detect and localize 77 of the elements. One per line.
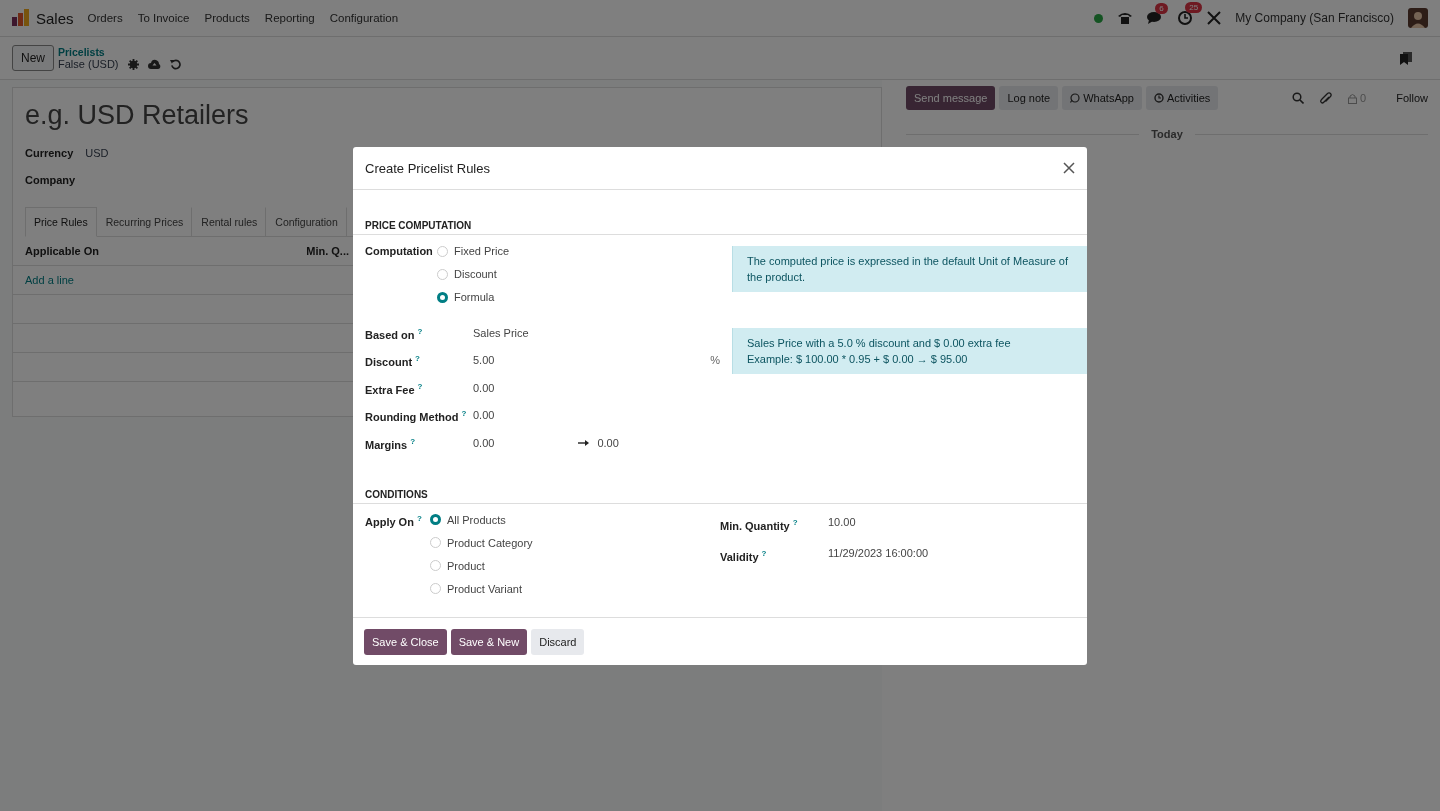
field-value[interactable]: 10.00: [828, 515, 856, 528]
menu-item[interactable]: Orders: [87, 12, 123, 24]
field-label: Computation: [365, 244, 434, 259]
app-logo-icon[interactable]: [12, 9, 30, 27]
field-label: Currency: [25, 146, 74, 159]
record-name: False (USD): [58, 58, 119, 70]
new-button[interactable]: New: [12, 45, 54, 71]
field-value[interactable]: 0.00: [473, 409, 495, 422]
clock-icon: [1153, 93, 1164, 103]
undo-icon[interactable]: [169, 58, 181, 70]
menu-item[interactable]: Reporting: [264, 12, 315, 24]
company-switcher[interactable]: My Company (San Francisco): [1235, 11, 1394, 25]
clock-icon[interactable]: [1177, 10, 1194, 26]
radio-option[interactable]: Fixed Price: [437, 243, 510, 259]
status-dot-icon: [1094, 13, 1104, 23]
field-label: Rounding Method $^{?}$: [365, 408, 468, 424]
chatter-button[interactable]: Activities: [1145, 86, 1219, 110]
save-button[interactable]: Save & New: [450, 628, 528, 655]
field-label: Validity $^{?}$: [720, 547, 768, 563]
bookmark-icon[interactable]: [1400, 51, 1412, 65]
field-label: Margins $^{?}$: [365, 435, 417, 451]
unit-label: %: [710, 354, 720, 367]
info-alert: The computed price is expressed in the default Unit of Measure of the product.: [732, 246, 1087, 292]
radio-option[interactable]: Product Variant: [430, 580, 533, 597]
field-label: Min. Quantity $^{?}$: [720, 516, 799, 532]
cloud-upload-icon[interactable]: [147, 59, 161, 69]
chatter-button[interactable]: WhatsApp: [1062, 86, 1142, 110]
notification-badge: 6: [1155, 3, 1168, 14]
field-label: Company: [25, 173, 76, 186]
field-label: Discount $^{?}$: [365, 353, 421, 369]
field-label: Apply On $^{?}$: [365, 512, 423, 530]
field-value[interactable]: 0.00: [473, 381, 495, 394]
field-label: Based on $^{?}$: [365, 325, 424, 341]
tab[interactable]: Price Rules: [25, 207, 97, 237]
arrow-icon: [578, 439, 590, 446]
phone-icon[interactable]: [1117, 11, 1134, 25]
radio-option[interactable]: Product: [430, 557, 533, 574]
radio-option[interactable]: Discount: [437, 266, 510, 282]
follow-button[interactable]: Follow: [1396, 92, 1428, 104]
discard-button[interactable]: Discard: [531, 628, 585, 655]
add-line-link[interactable]: Add a line: [25, 274, 74, 286]
whatsapp-icon: [1070, 93, 1081, 103]
breadcrumb-link[interactable]: Pricelists: [58, 46, 181, 58]
tab[interactable]: Configuration: [266, 207, 347, 237]
column-header[interactable]: Applicable On: [25, 245, 99, 257]
section-heading: PRICE COMPUTATION: [353, 220, 1087, 235]
save-button[interactable]: Save & Close: [364, 628, 447, 655]
info-alert: Sales Price with a 5.0 % discount and $ 0.00 extra fee Example: $ 100.00 * 0.95 + $ 0.00 → $ 95.00: [732, 328, 1087, 374]
radio-option[interactable]: Formula: [437, 289, 510, 305]
paperclip-icon[interactable]: [1320, 91, 1333, 105]
notification-badge: 25: [1185, 2, 1203, 13]
app-name[interactable]: Sales: [36, 9, 74, 27]
menu-item[interactable]: Products: [204, 12, 250, 24]
field-value[interactable]: 0.00: [473, 436, 495, 449]
field-value[interactable]: Sales Price: [473, 326, 529, 339]
field-label: Extra Fee $^{?}$: [365, 380, 424, 396]
field-value[interactable]: 11/29/2023 16:00:00: [828, 546, 929, 559]
field-value[interactable]: 5.00: [473, 354, 495, 367]
radio-option[interactable]: All Products: [430, 511, 533, 528]
tab[interactable]: Rental rules: [192, 207, 267, 237]
menu-item[interactable]: Configuration: [329, 12, 399, 24]
chatter-button[interactable]: Log note: [999, 86, 1059, 110]
tab[interactable]: Recurring Prices: [96, 207, 193, 237]
field-value[interactable]: 0.00: [597, 436, 619, 449]
avatar-icon[interactable]: [1408, 8, 1428, 28]
radio-option[interactable]: Product Category: [430, 534, 533, 551]
chatter-button[interactable]: Send message: [906, 86, 996, 110]
field-value[interactable]: USD: [85, 146, 109, 159]
chat-icon[interactable]: [1147, 11, 1164, 25]
column-header[interactable]: Min. Q...: [306, 245, 349, 257]
section-heading: CONDITIONS: [353, 488, 1087, 504]
dialog-title: Create Pricelist Rules: [365, 160, 490, 176]
search-icon[interactable]: [1292, 92, 1305, 104]
close-icon[interactable]: [1063, 162, 1075, 174]
date-separator: Today: [1151, 128, 1183, 140]
menu-item[interactable]: To Invoice: [137, 12, 190, 24]
settings-icon[interactable]: [127, 58, 139, 70]
